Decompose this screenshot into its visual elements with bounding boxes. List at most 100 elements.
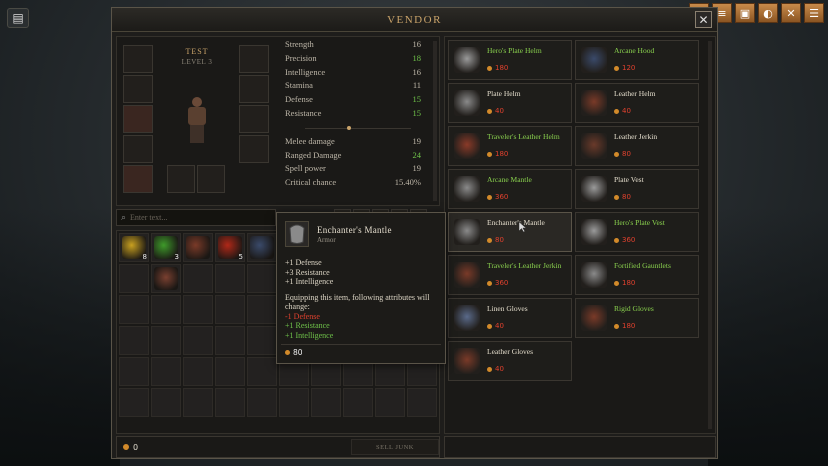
inventory-slot[interactable] xyxy=(215,357,245,386)
gold-coin-icon xyxy=(614,65,619,71)
toolbar-button-journal[interactable]: ▣ xyxy=(735,3,755,23)
inventory-slot[interactable] xyxy=(119,326,149,355)
close-button[interactable]: ✕ xyxy=(695,11,712,28)
vendor-item[interactable]: Enchanter's Mantle 80 xyxy=(448,212,572,252)
toolbar-button-skills[interactable]: ◐ xyxy=(758,3,778,23)
equip-slot-weapon[interactable] xyxy=(239,45,269,73)
inventory-slot[interactable] xyxy=(151,295,181,324)
vendor-item[interactable]: Plate Helm 40 xyxy=(448,83,572,123)
equip-slot-neck[interactable] xyxy=(123,75,153,103)
vendor-item[interactable]: Leather Jerkin 80 xyxy=(575,126,699,166)
crossed-swords-icon: ✕ xyxy=(786,6,796,20)
inventory-slot[interactable] xyxy=(151,357,181,386)
item-count: 5 xyxy=(238,253,243,261)
stat-value: 16 xyxy=(412,39,422,49)
inventory-slot[interactable] xyxy=(215,264,245,293)
vendor-item[interactable]: Hero's Plate Vest 360 xyxy=(575,212,699,252)
inventory-search: ⌕ xyxy=(116,209,276,226)
inventory-slot[interactable] xyxy=(215,326,245,355)
equip-slot-chest[interactable] xyxy=(123,105,153,133)
inventory-slot[interactable] xyxy=(247,388,277,417)
vendor-scrollbar[interactable] xyxy=(708,41,712,429)
sell-junk-button[interactable]: SELL JUNK xyxy=(351,439,439,455)
inventory-slot[interactable] xyxy=(151,264,181,293)
combat-stat-list: Melee damage 19 Ranged Damage 24 Spell p… xyxy=(285,136,421,191)
inventory-slot[interactable] xyxy=(247,233,277,262)
inventory-slot[interactable] xyxy=(183,264,213,293)
vendor-item[interactable]: Arcane Hood 120 xyxy=(575,40,699,80)
gold-coin-icon xyxy=(614,151,619,157)
vendor-item[interactable]: Rigid Gloves 180 xyxy=(575,298,699,338)
inventory-slot[interactable] xyxy=(247,264,277,293)
vendor-item[interactable]: Linen Gloves 40 xyxy=(448,298,572,338)
chat-icon: ▤ xyxy=(12,10,24,25)
vendor-item[interactable]: Hero's Plate Helm 180 xyxy=(448,40,572,80)
inventory-slot[interactable] xyxy=(183,357,213,386)
inventory-slot[interactable] xyxy=(247,357,277,386)
stat-value: 18 xyxy=(412,52,422,63)
inventory-slot[interactable] xyxy=(279,388,309,417)
vendor-item[interactable]: Plate Vest 80 xyxy=(575,169,699,209)
equip-slot-offhand[interactable] xyxy=(197,165,225,193)
background-left xyxy=(0,206,120,466)
equip-slot-ring-2[interactable] xyxy=(239,105,269,133)
inventory-slot[interactable] xyxy=(343,388,373,417)
vendor-item-name: Arcane Hood xyxy=(614,46,655,55)
chat-button[interactable]: ▤ xyxy=(7,8,29,28)
vendor-item-price: 40 xyxy=(487,322,504,330)
character-name: TEST xyxy=(185,47,209,56)
inventory-slot[interactable] xyxy=(215,388,245,417)
title-bar: VENDOR ✕ xyxy=(112,8,717,32)
stat-label: Precision xyxy=(285,52,317,63)
vendor-item-name: Leather Gloves xyxy=(487,347,534,356)
equip-slot-head[interactable] xyxy=(123,45,153,73)
equip-slot-ring-1[interactable] xyxy=(239,75,269,103)
inventory-slot[interactable] xyxy=(183,233,213,262)
inventory-slot[interactable] xyxy=(375,388,405,417)
toolbar-button-close[interactable]: ✕ xyxy=(781,3,801,23)
stat-label: Spell power xyxy=(285,163,326,174)
menu-icon: ☰ xyxy=(809,6,819,20)
inventory-slot[interactable] xyxy=(119,357,149,386)
vendor-item[interactable]: Arcane Mantle 360 xyxy=(448,169,572,209)
inventory-slot[interactable]: 3 xyxy=(151,233,181,262)
inventory-slot[interactable] xyxy=(311,388,341,417)
mantle-icon xyxy=(285,221,309,247)
inventory-slot[interactable] xyxy=(247,295,277,324)
inventory-slot[interactable] xyxy=(119,264,149,293)
search-input[interactable] xyxy=(130,213,261,222)
inventory-slot[interactable] xyxy=(183,295,213,324)
inventory-slot[interactable] xyxy=(151,326,181,355)
inventory-slot[interactable]: 5 xyxy=(215,233,245,262)
vendor-item[interactable]: Leather Helm 40 xyxy=(575,83,699,123)
inventory-slot[interactable] xyxy=(407,388,437,417)
inventory-slot[interactable]: 8 xyxy=(119,233,149,262)
inventory-slot[interactable] xyxy=(151,388,181,417)
inventory-slot[interactable] xyxy=(183,388,213,417)
vendor-item[interactable]: Leather Gloves 40 xyxy=(448,341,572,381)
stats-scrollbar[interactable] xyxy=(433,41,437,201)
mouse-cursor-icon xyxy=(519,222,527,232)
gold-coin-icon xyxy=(487,151,492,157)
vendor-item[interactable]: Traveler's Leather Jerkin 360 xyxy=(448,255,572,295)
stat-value: 16 xyxy=(412,66,422,77)
toolbar-button-menu[interactable]: ☰ xyxy=(804,3,824,23)
inventory-slot[interactable] xyxy=(247,326,277,355)
inventory-slot[interactable] xyxy=(119,295,149,324)
equip-slot-hands[interactable] xyxy=(123,135,153,163)
equip-slot-trinket[interactable] xyxy=(239,135,269,163)
vendor-item-price: 360 xyxy=(614,236,635,244)
stat-value: 24 xyxy=(412,149,422,160)
inventory-slot[interactable] xyxy=(119,388,149,417)
tooltip-item-name: Enchanter's Mantle xyxy=(317,225,392,235)
inventory-slot[interactable] xyxy=(183,326,213,355)
equip-slot-mainhand[interactable] xyxy=(167,165,195,193)
vendor-item-price: 180 xyxy=(614,279,635,287)
vest-icon xyxy=(581,176,607,202)
vendor-item[interactable]: Fortified Gauntlets 180 xyxy=(575,255,699,295)
vendor-item-price: 360 xyxy=(487,279,508,287)
journal-icon: ▣ xyxy=(739,6,751,20)
inventory-slot[interactable] xyxy=(215,295,245,324)
vendor-item[interactable]: Traveler's Leather Helm 180 xyxy=(448,126,572,166)
equip-slot-feet[interactable] xyxy=(123,165,153,193)
